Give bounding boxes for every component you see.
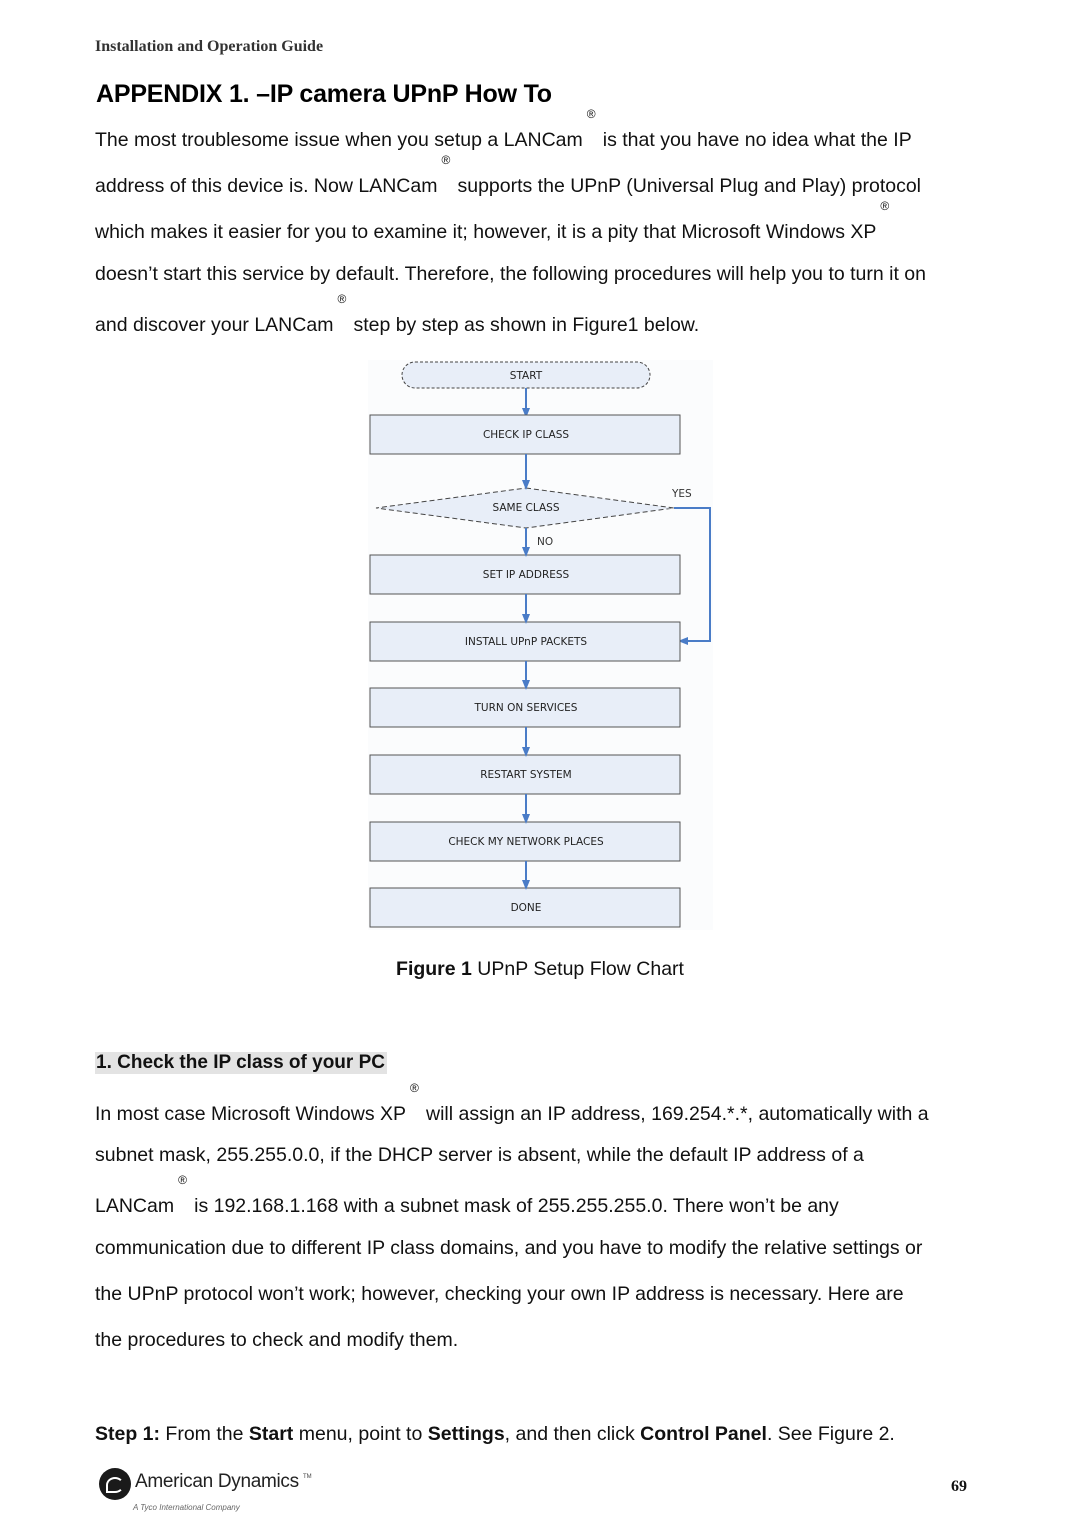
section-line: subnet mask, 255.255.0.0, if the DHCP se… — [95, 1144, 864, 1167]
text: will assign an IP address, 169.254.*.*, … — [426, 1103, 929, 1125]
flow-step-label: DONE — [511, 902, 542, 914]
flow-yes-label: YES — [671, 488, 692, 500]
text: supports the UPnP (Universal Plug and Pl… — [457, 175, 922, 197]
text: the procedures to check and modify them. — [95, 1329, 459, 1351]
running-header: Installation and Operation Guide — [95, 38, 324, 55]
flow-step-label: RESTART SYSTEM — [480, 769, 572, 781]
text: address of this device is. Now LANCam — [95, 175, 438, 197]
text: From the — [160, 1423, 249, 1445]
step-label: Step 1: — [95, 1423, 161, 1445]
figure-caption: Figure 1 UPnP Setup Flow Chart — [0, 958, 1080, 981]
intro-line: and discover your LANCam® step by step as… — [95, 292, 700, 337]
start-menu-ref: Start — [248, 1423, 294, 1445]
control-panel-ref: Control Panel — [640, 1423, 767, 1445]
text: doesn’t start this service by default. T… — [95, 263, 926, 285]
text: subnet mask, 255.255.0.0, if the DHCP se… — [95, 1144, 864, 1166]
section-line: In most case Microsoft Windows XP® will a… — [95, 1081, 929, 1126]
intro-line: address of this device is. Now LANCam® su… — [95, 153, 922, 198]
intro-line: The most troublesome issue when you setu… — [95, 107, 912, 152]
step-1-instruction: Step 1: From the Start menu, point to Se… — [95, 1423, 895, 1446]
intro-line: doesn’t start this service by default. T… — [95, 263, 926, 286]
text: In most case Microsoft Windows XP — [95, 1103, 407, 1125]
registered-mark: ® — [337, 292, 347, 306]
text: LANCam — [95, 1195, 175, 1217]
registered-mark: ® — [178, 1173, 187, 1187]
figure-caption-text: UPnP Setup Flow Chart — [471, 958, 684, 980]
page-title: APPENDIX 1. –IP camera UPnP How To — [96, 80, 552, 108]
text: step by step as shown in Figure1 below. — [353, 314, 700, 336]
flowchart-figure: START SAME CLASS YES NO CHECK IP CLASS SE… — [368, 360, 713, 930]
logo-mark-icon — [99, 1468, 131, 1500]
text: is that you have no idea what the IP — [602, 129, 912, 151]
logo-trademark: TM — [303, 1474, 312, 1480]
text: is 192.168.1.168 with a subnet mask of 2… — [194, 1195, 839, 1217]
flow-start-label: START — [510, 370, 543, 382]
page-number: 69 — [951, 1478, 967, 1495]
intro-line: which makes it easier for you to examine… — [95, 199, 896, 244]
flow-step-label: CHECK MY NETWORK PLACES — [448, 836, 604, 848]
flow-no-label: NO — [537, 536, 553, 548]
text: menu, point to — [293, 1423, 428, 1445]
flow-step-label: SET IP ADDRESS — [483, 569, 570, 581]
text: communication due to different IP class … — [95, 1237, 923, 1259]
flowchart-svg: START SAME CLASS YES NO CHECK IP CLASS SE… — [369, 361, 711, 928]
settings-ref: Settings — [427, 1423, 505, 1445]
registered-mark: ® — [410, 1081, 419, 1095]
text: the UPnP protocol won’t work; however, c… — [95, 1283, 904, 1305]
logo-name: American Dynamics — [135, 1471, 299, 1492]
section-line: the procedures to check and modify them. — [95, 1329, 458, 1352]
section-line: LANCam® is 192.168.1.168 with a subnet ma… — [95, 1173, 839, 1218]
text: which makes it easier for you to examine… — [95, 221, 877, 243]
logo-tagline: A Tyco International Company — [133, 1503, 240, 1512]
registered-mark: ® — [880, 199, 890, 213]
registered-mark: ® — [441, 153, 451, 167]
text: . See Figure 2. — [766, 1423, 895, 1445]
registered-mark: ® — [586, 107, 596, 121]
flow-step-label: TURN ON SERVICES — [474, 702, 578, 714]
section-heading: 1. Check the IP class of your PC — [95, 1052, 387, 1074]
text: and discover your LANCam — [95, 314, 334, 336]
section-line: the UPnP protocol won’t work; however, c… — [95, 1283, 904, 1306]
flow-step-label: INSTALL UPnP PACKETS — [465, 636, 588, 648]
american-dynamics-logo: American Dynamics TM A Tyco Internationa… — [99, 1466, 339, 1516]
text: The most troublesome issue when you setu… — [95, 129, 583, 151]
text: , and then click — [504, 1423, 641, 1445]
section-line: communication due to different IP class … — [95, 1237, 922, 1260]
flow-decision-label: SAME CLASS — [492, 502, 559, 514]
flow-step-label: CHECK IP CLASS — [483, 429, 569, 441]
figure-caption-label: Figure 1 — [396, 958, 472, 980]
